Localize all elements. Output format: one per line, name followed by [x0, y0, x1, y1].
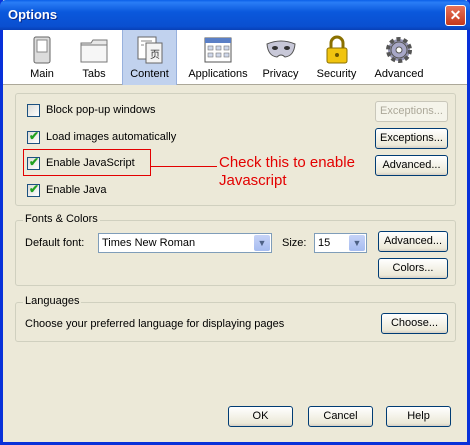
- languages-heading: Languages: [23, 295, 82, 307]
- tab-content[interactable]: 页 Content: [122, 30, 177, 85]
- javascript-advanced-button[interactable]: Advanced...: [375, 155, 448, 176]
- content-page-icon: 页: [137, 36, 162, 64]
- load-images-label: Load images automatically: [46, 131, 177, 143]
- font-size-select[interactable]: 15 ▼: [314, 233, 367, 253]
- font-size-value: 15: [318, 237, 331, 249]
- close-icon: ✕: [449, 7, 462, 23]
- options-dialog: Options ✕ Main Tabs 页 Content Applicatio…: [0, 0, 470, 445]
- checkmark-icon: ✔: [29, 182, 40, 196]
- tab-security[interactable]: Security: [313, 30, 360, 85]
- switch-icon: [33, 36, 51, 64]
- tab-label: Tabs: [82, 68, 106, 80]
- mask-icon: [265, 40, 296, 58]
- annotation-text-line1: Check this to enable: [219, 154, 355, 171]
- size-label: Size:: [282, 237, 307, 249]
- default-font-select[interactable]: Times New Roman ▼: [98, 233, 272, 253]
- tab-applications[interactable]: Applications: [183, 30, 253, 85]
- tab-label: Main: [30, 68, 54, 80]
- choose-language-button[interactable]: Choose...: [381, 313, 448, 334]
- svg-text:页: 页: [150, 49, 160, 61]
- languages-description: Choose your preferred language for displ…: [25, 318, 285, 330]
- block-popups-checkbox[interactable]: [27, 104, 40, 117]
- help-button[interactable]: Help: [386, 406, 451, 427]
- chevron-down-icon[interactable]: ▼: [349, 235, 365, 251]
- padlock-icon: [326, 35, 347, 64]
- checkmark-icon: ✔: [29, 129, 40, 143]
- chevron-down-icon[interactable]: ▼: [254, 235, 270, 251]
- block-popups-label: Block pop-up windows: [46, 104, 156, 116]
- checkmark-icon: ✔: [29, 155, 40, 169]
- title-bar[interactable]: Options ✕: [0, 0, 470, 30]
- cancel-button[interactable]: Cancel: [308, 406, 373, 427]
- popup-exceptions-button[interactable]: Exceptions...: [375, 101, 448, 122]
- close-button[interactable]: ✕: [445, 5, 466, 26]
- colors-button[interactable]: Colors...: [378, 258, 448, 279]
- fonts-colors-heading: Fonts & Colors: [23, 213, 100, 225]
- tab-label: Advanced: [374, 68, 424, 80]
- tab-label: Security: [316, 68, 357, 80]
- enable-javascript-label: Enable JavaScript: [46, 157, 135, 169]
- image-exceptions-button[interactable]: Exceptions...: [375, 128, 448, 149]
- tab-main[interactable]: Main: [21, 30, 63, 85]
- default-font-value: Times New Roman: [102, 237, 196, 249]
- default-font-label: Default font:: [25, 237, 85, 249]
- tab-tabs[interactable]: Tabs: [73, 30, 115, 85]
- tab-privacy[interactable]: Privacy: [258, 30, 303, 85]
- enable-javascript-checkbox[interactable]: ✔: [27, 155, 40, 170]
- category-toolbar: Main Tabs 页 Content Applications Privacy…: [3, 30, 467, 85]
- tab-advanced[interactable]: Advanced: [370, 30, 428, 85]
- tab-label: Applications: [188, 68, 248, 80]
- tab-label: Privacy: [262, 68, 299, 80]
- gear-icon: [386, 37, 412, 63]
- applications-icon: [204, 37, 232, 63]
- load-images-checkbox[interactable]: ✔: [27, 129, 40, 144]
- ok-button[interactable]: OK: [228, 406, 293, 427]
- fonts-advanced-button[interactable]: Advanced...: [378, 231, 448, 252]
- annotation-pointer-line: [151, 166, 217, 167]
- tabs-folder-icon: [80, 39, 108, 63]
- window-title: Options: [8, 7, 58, 22]
- annotation-text-line2: Javascript: [219, 172, 287, 189]
- enable-java-checkbox[interactable]: ✔: [27, 182, 40, 197]
- enable-java-label: Enable Java: [46, 184, 107, 196]
- tab-label: Content: [130, 68, 169, 80]
